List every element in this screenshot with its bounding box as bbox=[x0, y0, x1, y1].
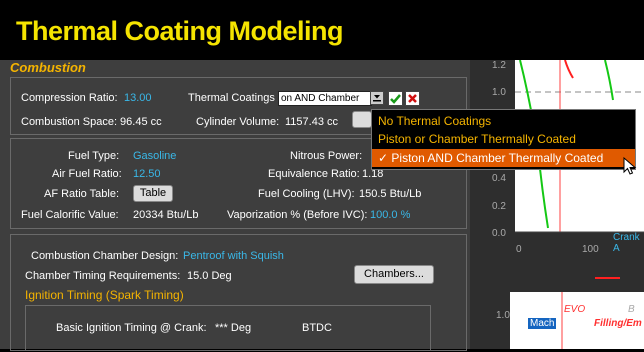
chamber-design-label: Combustion Chamber Design: bbox=[31, 250, 179, 262]
vaporization-label: Vaporization % (Before IVC): bbox=[227, 209, 368, 221]
app-title: Thermal Coating Modeling bbox=[16, 16, 344, 46]
thermal-coatings-label: Thermal Coatings bbox=[188, 92, 275, 104]
compression-ratio-value[interactable]: 13.00 bbox=[124, 92, 152, 104]
af-ratio-table-label: AF Ratio Table: bbox=[44, 188, 120, 200]
combustion-panel: Combustion Compression Ratio: 13.00 Ther… bbox=[0, 60, 470, 351]
fuel-calorific-value: 20334 Btu/Lb bbox=[133, 209, 199, 221]
air-fuel-ratio-label: Air Fuel Ratio: bbox=[52, 168, 122, 180]
filling-label: Filling/Em bbox=[594, 318, 642, 329]
chart-area: 1.2 1.0 0.4 0.2 0.0 0 100 Crank A 1.0 Ma… bbox=[470, 59, 644, 349]
option-no-coatings[interactable]: No Thermal Coatings bbox=[372, 112, 635, 130]
ignition-timing-title: Ignition Timing (Spark Timing) bbox=[25, 288, 184, 302]
y-tick-1-0: 1.0 bbox=[492, 87, 506, 98]
hidden-button[interactable] bbox=[352, 111, 372, 128]
basic-ignition-value: *** Deg bbox=[215, 322, 252, 334]
x-axis-label: Crank A bbox=[613, 232, 640, 254]
nitrous-power-label: Nitrous Power: bbox=[290, 150, 363, 162]
checkmark-icon bbox=[390, 94, 401, 104]
vaporization-value[interactable]: 100.0 % bbox=[370, 209, 410, 221]
y-tick-0-4: 0.4 bbox=[492, 173, 506, 184]
option-piston-or-chamber[interactable]: Piston or Chamber Thermally Coated bbox=[372, 130, 635, 148]
chamber-timing-label: Chamber Timing Requirements: bbox=[25, 270, 181, 282]
chamber-timing-value: 15.0 Deg bbox=[187, 270, 232, 282]
fuel-type-value[interactable]: Gasoline bbox=[133, 150, 176, 162]
bottom-y-tick: 1.0 bbox=[496, 310, 510, 321]
thermal-coatings-select[interactable]: on AND Chamber bbox=[278, 91, 372, 106]
chevron-down-icon bbox=[373, 95, 381, 102]
fuel-cooling-label: Fuel Cooling (LHV): bbox=[258, 188, 355, 200]
close-icon bbox=[408, 94, 417, 103]
title-bar: Thermal Coating Modeling bbox=[0, 0, 644, 60]
chamber-design-value[interactable]: Pentroof with Squish bbox=[183, 250, 284, 262]
cylinder-volume-label: Cylinder Volume: bbox=[196, 116, 280, 128]
b-label: B bbox=[628, 304, 635, 315]
cylinder-volume-value: 1157.43 cc bbox=[285, 116, 339, 128]
cancel-button[interactable] bbox=[405, 91, 420, 106]
compression-ratio-label: Compression Ratio: bbox=[21, 92, 118, 104]
evo-label: EVO bbox=[564, 304, 586, 315]
checkmark-icon: ✓ bbox=[378, 151, 389, 165]
fuel-type-label: Fuel Type: bbox=[68, 150, 120, 162]
option-piston-and-chamber[interactable]: ✓ Piston AND Chamber Thermally Coated bbox=[372, 149, 635, 167]
y-tick-1-2: 1.2 bbox=[492, 60, 506, 71]
fuel-calorific-label: Fuel Calorific Value: bbox=[21, 209, 119, 221]
equivalence-ratio-label: Equivalence Ratio: bbox=[268, 168, 360, 180]
cursor-icon bbox=[623, 157, 637, 175]
dropdown-arrow-button[interactable] bbox=[370, 91, 384, 105]
x-tick-100: 100 bbox=[582, 244, 599, 255]
confirm-button[interactable] bbox=[388, 91, 403, 106]
basic-ignition-label: Basic Ignition Timing @ Crank: bbox=[56, 322, 207, 334]
af-ratio-table-button[interactable]: Table bbox=[133, 185, 173, 202]
x-tick-0: 0 bbox=[516, 244, 522, 255]
mach-label: Mach bbox=[528, 318, 557, 329]
air-fuel-ratio-value[interactable]: 12.50 bbox=[133, 168, 161, 180]
option-label: Piston AND Chamber Thermally Coated bbox=[391, 151, 604, 165]
combustion-space-label: Combustion Space: 96.45 cc bbox=[21, 116, 162, 128]
thermal-coatings-dropdown: No Thermal Coatings Piston or Chamber Th… bbox=[371, 109, 636, 170]
chambers-button[interactable]: Chambers... bbox=[354, 265, 434, 284]
section-title: Combustion bbox=[10, 60, 86, 75]
fuel-cooling-value: 150.5 Btu/Lb bbox=[359, 188, 422, 200]
y-tick-0-0: 0.0 bbox=[492, 228, 506, 239]
basic-ignition-unit: BTDC bbox=[302, 322, 332, 334]
y-tick-0-2: 0.2 bbox=[492, 201, 506, 212]
